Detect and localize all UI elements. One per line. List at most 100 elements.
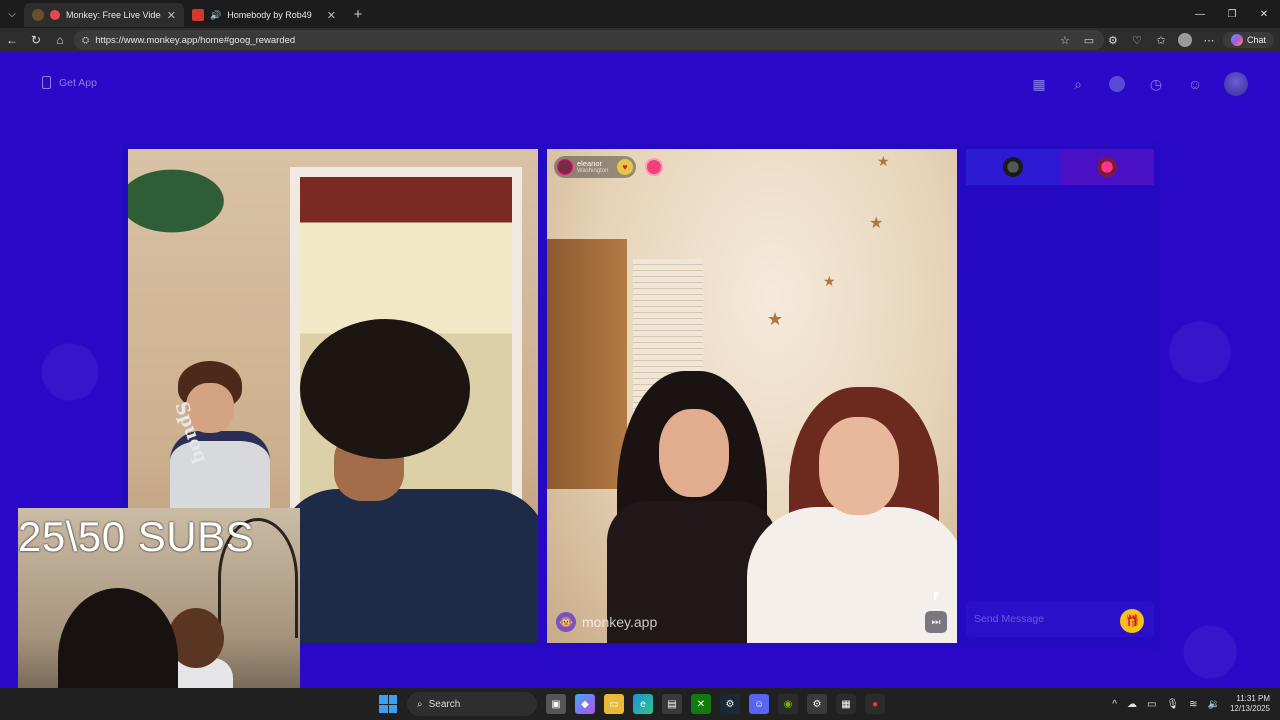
- minimize-icon[interactable]: —: [1184, 0, 1216, 28]
- obs-record-icon[interactable]: ●: [865, 694, 885, 714]
- mouse-cursor-icon: [934, 591, 939, 603]
- close-tab-icon[interactable]: ✕: [327, 9, 336, 22]
- wall-star-icon: ★: [869, 215, 884, 232]
- speaker-icon[interactable]: 🔊: [210, 10, 221, 21]
- person: [278, 319, 538, 643]
- self-avatar: [1003, 157, 1023, 177]
- clock-date: 12/13/2025: [1229, 704, 1270, 713]
- wall-star-icon: ★: [877, 153, 890, 169]
- chat-tabs: [966, 149, 1154, 185]
- copilot-label: Chat: [1246, 35, 1266, 45]
- taskbar-apps: ⌕ Search ▣ ◆ ▭ e ▤ ✕ ⚙ ☺ ◉ ⚙ ▦ ●: [378, 692, 885, 716]
- skip-next-button[interactable]: ⏭: [925, 611, 947, 633]
- peer-name: eleanor: [577, 159, 603, 169]
- file-explorer-icon[interactable]: ▭: [604, 694, 624, 714]
- site-info-icon[interactable]: ⛭: [82, 35, 89, 46]
- copilot-app-icon[interactable]: ◆: [575, 694, 595, 714]
- profile-avatar[interactable]: [1177, 33, 1192, 47]
- peer-chat-avatar: [1097, 157, 1117, 177]
- home-icon[interactable]: ⌂: [48, 28, 72, 52]
- app-icon[interactable]: ▦: [836, 694, 856, 714]
- display-icon[interactable]: ▭: [1147, 699, 1156, 710]
- chat-placeholder: Send Message: [974, 613, 1045, 625]
- search-label: Search: [428, 698, 461, 710]
- shop-icon[interactable]: ▦: [1029, 74, 1049, 94]
- peer-name-block: eleanor Washington: [577, 160, 608, 174]
- get-app-label: Get App: [59, 76, 97, 89]
- peer-video: ★ ★ ★ ★: [547, 149, 957, 643]
- browser-tab-strip: ⌵ Monkey: Free Live Video Chat ✕ 🔊 Homeb…: [0, 0, 1280, 28]
- task-view-icon[interactable]: ▣: [546, 694, 566, 714]
- network-app-icon[interactable]: ☁: [1127, 699, 1137, 710]
- tab-homebody[interactable]: 🔊 Homebody by Rob49 ✕: [184, 3, 344, 27]
- recording-icon: [50, 10, 60, 20]
- favorites-icon[interactable]: ✩: [1151, 34, 1171, 47]
- url-text: https://www.monkey.app/home#goog_rewarde…: [95, 34, 296, 46]
- plant: [128, 161, 238, 241]
- messages-icon[interactable]: ☺: [1185, 74, 1205, 94]
- address-bar[interactable]: ⛭ https://www.monkey.app/home#goog_rewar…: [74, 30, 1104, 50]
- peer-avatar: [557, 159, 573, 175]
- subscriber-goal-text: 25\50 SUBS: [18, 513, 255, 560]
- taskbar-search[interactable]: ⌕ Search: [407, 692, 537, 716]
- start-windows-icon[interactable]: [378, 694, 398, 714]
- back-icon[interactable]: ←: [0, 28, 24, 52]
- clock[interactable]: 11:31 PM 12/13/2025: [1230, 694, 1270, 713]
- extensions-icon[interactable]: ⚙: [1103, 34, 1123, 47]
- favorite-star-icon[interactable]: ☆: [1055, 34, 1075, 47]
- toolbar-actions: ☆ ▭ ⚙ ♡ ✩ ⋯ Chat: [1055, 28, 1280, 52]
- monkey-logo-icon: 🐵: [556, 612, 576, 632]
- microphone-icon[interactable]: 🎙: [1166, 699, 1179, 710]
- chat-tab-peer[interactable]: [1060, 149, 1154, 185]
- more-menu-icon[interactable]: ⋯: [1199, 34, 1219, 47]
- top-nav-icons: ▦ ⌕ ◷ ☺: [1029, 72, 1248, 96]
- wall-star-icon: ★: [823, 273, 836, 289]
- heart-icon[interactable]: ♥: [617, 159, 633, 175]
- chat-tab-self[interactable]: [966, 149, 1060, 185]
- edge-browser-icon[interactable]: e: [633, 694, 653, 714]
- window-controls: — ❐ ✕: [1184, 0, 1280, 28]
- monkey-favicon-icon: [32, 9, 44, 21]
- browser-toolbar: ← ↻ ⌂ ⛭ https://www.monkey.app/home#goog…: [0, 28, 1280, 52]
- discord-icon[interactable]: ☺: [749, 694, 769, 714]
- monkey-watermark: 🐵 monkey.app: [556, 612, 657, 632]
- refresh-icon[interactable]: ↻: [24, 28, 48, 52]
- wifi-icon[interactable]: ≋: [1189, 699, 1197, 710]
- tab-list-chevron-icon[interactable]: ⌵: [0, 0, 24, 28]
- gift-icon[interactable]: 🎁: [1120, 609, 1144, 633]
- new-tab-button[interactable]: +: [344, 6, 372, 23]
- search-icon[interactable]: ⌕: [1068, 74, 1088, 94]
- xbox-icon[interactable]: ✕: [691, 694, 711, 714]
- taskbar: ⌕ Search ▣ ◆ ▭ e ▤ ✕ ⚙ ☺ ◉ ⚙ ▦ ● ^ ☁ ▭ 🎙…: [0, 688, 1280, 720]
- status-dot-icon[interactable]: [1107, 74, 1127, 94]
- get-app-link[interactable]: Get App: [42, 76, 97, 89]
- clock-time: 11:31 PM: [1236, 694, 1270, 704]
- wall-star-icon: ★: [767, 309, 784, 329]
- store-icon[interactable]: ▤: [662, 694, 682, 714]
- restore-icon[interactable]: ❐: [1216, 0, 1248, 28]
- screen: ⌵ Monkey: Free Live Video Chat ✕ 🔊 Homeb…: [0, 0, 1280, 720]
- close-tab-icon[interactable]: ✕: [167, 9, 176, 22]
- split-screen-icon[interactable]: ▭: [1079, 34, 1099, 47]
- steam-icon[interactable]: ⚙: [720, 694, 740, 714]
- settings-gear-icon[interactable]: ⚙: [807, 694, 827, 714]
- send-message-input[interactable]: Send Message 🎁: [966, 601, 1154, 637]
- watermark-text: monkey.app: [582, 614, 658, 630]
- system-tray: ^ ☁ ▭ 🎙 ≋ 🔉 11:31 PM 12/13/2025: [1112, 688, 1270, 720]
- peer-badge-icon[interactable]: [645, 158, 663, 176]
- close-window-icon[interactable]: ✕: [1248, 0, 1280, 28]
- chat-panel: Send Message 🎁: [966, 149, 1154, 643]
- peer-info-badge[interactable]: eleanor Washington ♥: [554, 156, 636, 178]
- browser-essentials-icon[interactable]: ♡: [1127, 34, 1147, 47]
- chevron-up-icon[interactable]: ^: [1112, 699, 1117, 710]
- volume-icon[interactable]: 🔉: [1208, 699, 1220, 710]
- user-avatar[interactable]: [1224, 72, 1248, 96]
- nvidia-icon[interactable]: ◉: [778, 694, 798, 714]
- tab-title: Monkey: Free Live Video Chat: [66, 10, 161, 20]
- copilot-chat-button[interactable]: Chat: [1222, 32, 1274, 48]
- search-icon: ⌕: [417, 698, 423, 710]
- history-icon[interactable]: ◷: [1146, 74, 1166, 94]
- youtube-favicon-icon: [192, 9, 204, 21]
- tab-monkey[interactable]: Monkey: Free Live Video Chat ✕: [24, 3, 184, 27]
- peer-location: Washington: [577, 167, 609, 174]
